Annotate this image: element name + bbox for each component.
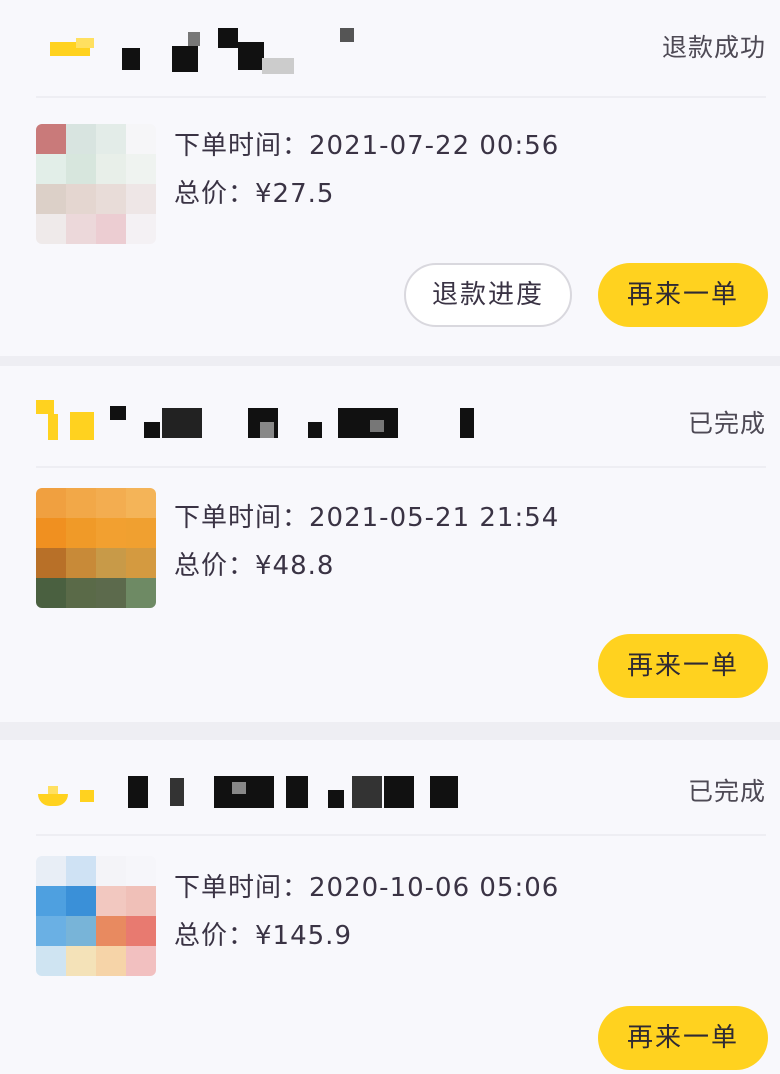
order-price: 总价：¥48.8 (174, 542, 559, 590)
order-time: 下单时间：2021-07-22 00:56 (174, 122, 559, 170)
order-price-label: 总价： (174, 179, 256, 209)
order-price-value: ¥27.5 (255, 179, 335, 209)
order-price-label: 总价： (174, 551, 256, 581)
store-logo (34, 394, 94, 444)
divider (36, 96, 766, 98)
order-time: 下单时间：2021-05-21 21:54 (174, 494, 559, 542)
order-info: 下单时间：2021-05-21 21:54 总价：¥48.8 (174, 494, 559, 590)
order-time-label: 下单时间： (174, 503, 310, 533)
order-status: 已完成 (687, 409, 766, 438)
order-status: 已完成 (687, 777, 766, 806)
store-logo (48, 18, 108, 68)
order-time-value: 2021-07-22 00:56 (309, 131, 560, 161)
product-thumbnail[interactable] (36, 124, 156, 244)
reorder-button[interactable]: 再来一单 (598, 634, 768, 698)
order-card[interactable]: 退款成功 下单时间：2021-07-22 00:56 总价：¥27.5 退款进度… (0, 0, 780, 356)
product-thumbnail[interactable] (36, 488, 156, 608)
store-name-redacted[interactable] (110, 20, 370, 74)
order-price-value: ¥145.9 (255, 921, 352, 951)
order-card[interactable]: 已完成 下单时间：2020-10-06 05:06 总价：¥145.9 再来一单 (0, 740, 780, 1074)
reorder-button[interactable]: 再来一单 (598, 263, 768, 327)
divider (36, 466, 766, 468)
store-logo (36, 780, 96, 830)
order-price: 总价：¥145.9 (174, 912, 559, 960)
store-name-redacted[interactable] (126, 774, 466, 824)
order-info: 下单时间：2021-07-22 00:56 总价：¥27.5 (174, 122, 559, 218)
order-price-label: 总价： (174, 921, 256, 951)
order-status: 退款成功 (661, 33, 766, 62)
order-time-label: 下单时间： (174, 131, 310, 161)
order-time-value: 2020-10-06 05:06 (309, 873, 560, 903)
product-thumbnail[interactable] (36, 856, 156, 976)
order-time-value: 2021-05-21 21:54 (309, 503, 560, 533)
order-price-value: ¥48.8 (255, 551, 335, 581)
refund-progress-button[interactable]: 退款进度 (404, 263, 572, 327)
order-time: 下单时间：2020-10-06 05:06 (174, 864, 559, 912)
order-info: 下单时间：2020-10-06 05:06 总价：¥145.9 (174, 864, 559, 960)
divider (36, 834, 766, 836)
reorder-button[interactable]: 再来一单 (598, 1006, 768, 1070)
order-time-label: 下单时间： (174, 873, 310, 903)
store-name-redacted[interactable] (108, 404, 488, 454)
order-price: 总价：¥27.5 (174, 170, 559, 218)
order-card[interactable]: 已完成 下单时间：2021-05-21 21:54 总价：¥48.8 再来一单 (0, 366, 780, 722)
